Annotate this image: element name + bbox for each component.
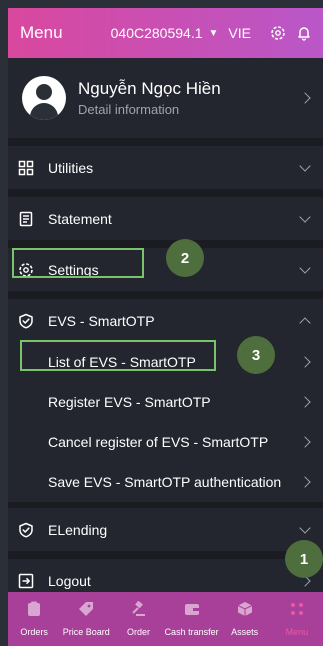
chevron-right-icon xyxy=(299,436,311,448)
menu-item-elending[interactable]: ELending xyxy=(8,508,323,551)
menu-item-label: Logout xyxy=(48,572,91,589)
shield-check-icon xyxy=(16,520,36,540)
menu-item-label: Statement xyxy=(48,210,112,227)
user-name: Nguyễn Ngọc Hiền xyxy=(78,79,221,98)
submenu-item-save-evs-auth[interactable]: Save EVS - SmartOTP authentication xyxy=(8,462,323,502)
step-badge-2: 2 xyxy=(166,239,204,277)
clipboard-icon xyxy=(25,600,43,618)
chevron-down-icon xyxy=(299,521,311,534)
app-screen: Menu 040C280594.1 ▼ VIE Nguyễn Ngọc Hiền… xyxy=(0,0,323,646)
tab-label: Cash transfer xyxy=(164,627,219,637)
tab-cash-transfer[interactable]: Cash transfer xyxy=(165,592,219,646)
bell-icon[interactable] xyxy=(295,24,313,42)
profile-card[interactable]: Nguyễn Ngọc Hiền Detail information xyxy=(8,58,323,138)
chevron-down-icon xyxy=(299,210,311,223)
grid-dots-icon xyxy=(288,600,306,618)
tab-assets[interactable]: Assets xyxy=(219,592,271,646)
chevron-down-icon xyxy=(299,159,311,172)
logout-icon xyxy=(16,571,36,591)
page-title: Menu xyxy=(20,23,63,42)
submenu-item-label: Save EVS - SmartOTP authentication xyxy=(48,474,282,490)
wallet-icon xyxy=(183,600,201,618)
highlight-list-evs xyxy=(20,340,216,371)
submenu-item-label: Register EVS - SmartOTP xyxy=(48,394,211,410)
menu-item-label: Utilities xyxy=(48,159,94,176)
menu-item-utilities[interactable]: Utilities xyxy=(8,146,323,189)
chevron-down-icon xyxy=(299,261,311,274)
tab-order[interactable]: Order xyxy=(112,592,164,646)
chevron-down-icon[interactable]: ▼ xyxy=(209,28,219,39)
document-icon xyxy=(16,209,36,229)
grid-icon xyxy=(16,158,36,178)
tag-icon xyxy=(77,600,95,618)
gavel-icon xyxy=(129,600,147,618)
tab-label: Menu xyxy=(285,627,309,637)
submenu-item-label: Cancel register of EVS - SmartOTP xyxy=(48,434,269,450)
chevron-right-icon xyxy=(299,476,311,488)
tab-label: Price Board xyxy=(62,627,110,637)
gear-icon[interactable] xyxy=(269,24,287,42)
highlight-settings xyxy=(12,248,144,278)
menu-item-statement[interactable]: Statement xyxy=(8,197,323,240)
top-header: Menu 040C280594.1 ▼ VIE xyxy=(8,8,323,58)
bottom-nav: Orders Price Board Order Cash transfer A… xyxy=(8,592,323,646)
menu-panel: Nguyễn Ngọc Hiền Detail information Util… xyxy=(8,58,323,602)
tab-label: Order xyxy=(126,627,150,637)
shield-check-icon xyxy=(16,311,36,331)
tab-price-board[interactable]: Price Board xyxy=(60,592,112,646)
submenu-item-cancel-evs[interactable]: Cancel register of EVS - SmartOTP xyxy=(8,422,323,462)
detail-information-link: Detail information xyxy=(78,102,180,117)
step-badge-3: 3 xyxy=(237,336,275,374)
tab-label: Assets xyxy=(231,627,259,637)
menu-item-label: ELending xyxy=(48,521,108,538)
tab-label: Orders xyxy=(20,627,48,637)
tab-menu[interactable]: Menu xyxy=(271,592,323,646)
submenu-item-register-evs[interactable]: Register EVS - SmartOTP xyxy=(8,382,323,422)
language-selector[interactable]: VIE xyxy=(228,25,251,41)
chevron-up-icon xyxy=(299,316,311,329)
avatar xyxy=(22,76,66,120)
step-badge-1: 1 xyxy=(285,540,323,578)
cube-icon xyxy=(236,600,254,618)
menu-item-label: EVS - SmartOTP xyxy=(48,312,155,329)
tab-orders[interactable]: Orders xyxy=(8,592,60,646)
chevron-right-icon xyxy=(299,92,311,104)
account-selector[interactable]: 040C280594.1 xyxy=(111,25,203,41)
menu-item-evs-smartotp[interactable]: EVS - SmartOTP xyxy=(8,299,323,342)
chevron-right-icon xyxy=(299,356,311,368)
chevron-right-icon xyxy=(299,396,311,408)
